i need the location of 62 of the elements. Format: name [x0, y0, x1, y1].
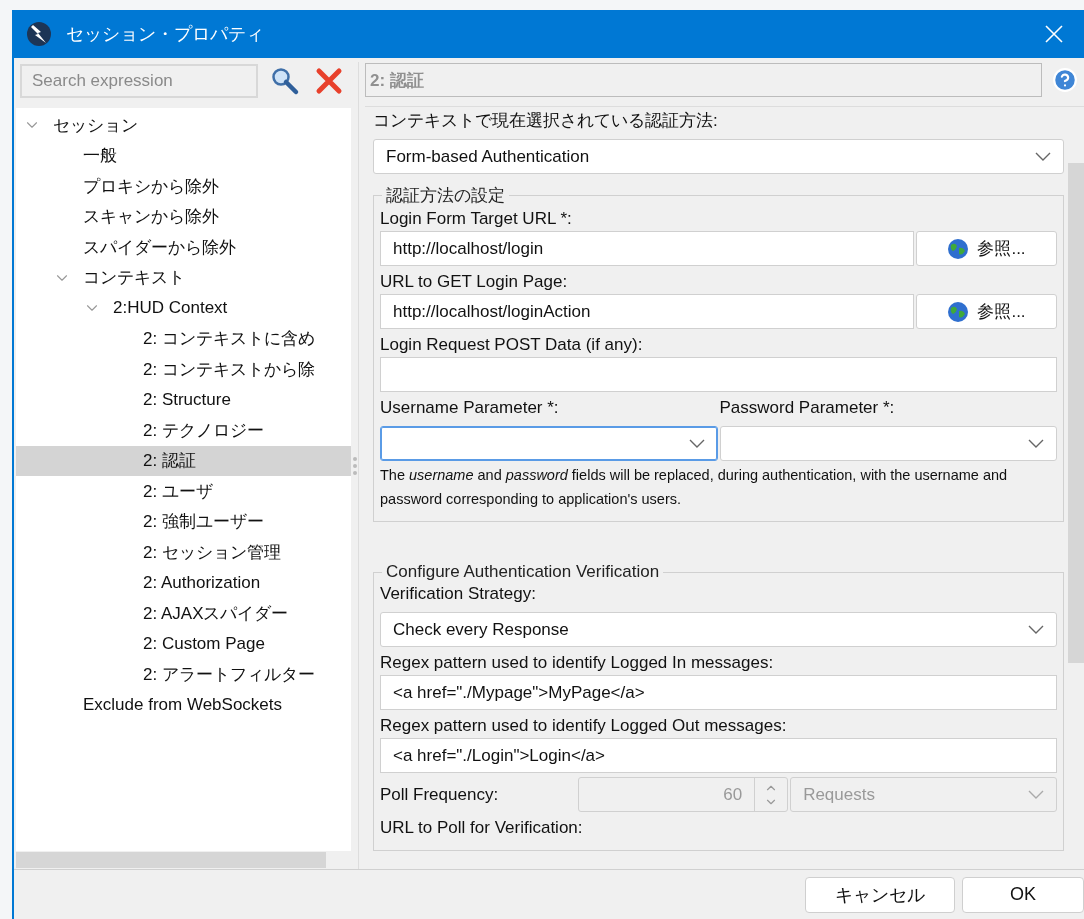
browse-button[interactable]: 参照... — [916, 231, 1057, 266]
tree-item[interactable]: 2: ユーザ — [16, 476, 351, 507]
tree-item[interactable]: 2: アラートフィルター — [16, 659, 351, 690]
tree-item[interactable]: 2: Authorization — [16, 567, 351, 598]
strategy-dropdown[interactable]: Check every Response — [380, 612, 1057, 647]
field-label: Login Request POST Data (if any): — [380, 334, 644, 356]
field-label: URL to Poll for Verification: — [380, 817, 584, 839]
field-label: Poll Frequency: — [380, 783, 499, 806]
chevron-icon — [1035, 152, 1051, 161]
field-label: URL to GET Login Page: — [380, 271, 569, 293]
lightning-logo-icon — [26, 21, 52, 47]
chevron-icon — [1028, 439, 1044, 448]
field-label: Login Form Target URL *: — [380, 208, 573, 230]
window-title: セッション・プロパティ — [66, 23, 265, 46]
tree-item[interactable]: 一般 — [16, 140, 351, 171]
globe-icon — [947, 237, 970, 260]
browse-button[interactable]: 参照... — [916, 294, 1057, 329]
help-icon[interactable] — [1052, 67, 1078, 93]
field-label: Verification Strategy: — [380, 583, 537, 605]
url-field[interactable]: http://localhost/login — [380, 231, 914, 266]
tree-item[interactable]: 2: AJAXスパイダー — [16, 598, 351, 629]
tree-item[interactable]: 2: テクノロジー — [16, 415, 351, 446]
globe-icon — [947, 300, 970, 323]
clear-icon[interactable] — [314, 66, 344, 96]
field-label: Username Parameter *: — [380, 397, 560, 419]
dialog-button[interactable]: OK — [962, 876, 1084, 913]
group-title: 認証方法の設定 — [385, 185, 506, 207]
tree-item[interactable]: 2: コンテキストに含め — [16, 323, 351, 354]
regex-field[interactable]: <a href="./Mypage">MyPage</a> — [380, 675, 1057, 710]
tree-item[interactable]: 2: Structure — [16, 384, 351, 415]
field-label: Regex pattern used to identify Logged In messages: — [380, 652, 775, 674]
tree-item[interactable]: Exclude from WebSockets — [16, 689, 351, 720]
field-label: コンテキストで現在選択されている認証方法: — [373, 110, 719, 132]
close-icon[interactable] — [1044, 24, 1064, 44]
dialog-button[interactable]: キャンセル — [805, 876, 955, 913]
tree-item[interactable]: スパイダーから除外 — [16, 232, 351, 263]
group-title: Configure Authentication Verification — [385, 562, 661, 582]
tree-item[interactable]: 2: 強制ユーザー — [16, 506, 351, 537]
panel-title-field: 2: 認証 — [365, 63, 1042, 97]
tree-item[interactable]: プロキシから除外 — [16, 171, 351, 202]
method-dropdown[interactable]: Form-based Authentication — [373, 139, 1064, 174]
help-text: The username and password fields will be replaced, during authentication, with the username and password corresponding to application's users. — [380, 466, 1009, 509]
search-icon[interactable] — [270, 66, 300, 96]
field-label: Regex pattern used to identify Logged Out messages: — [380, 715, 788, 737]
chevron-icon — [1028, 625, 1044, 634]
password-dropdown[interactable] — [719, 426, 1057, 461]
tree-item[interactable]: セッション — [16, 110, 351, 141]
field-label: Password Parameter *: — [719, 397, 896, 419]
tree-item[interactable]: 2:HUD Context — [16, 293, 351, 324]
chevron-icon — [688, 439, 705, 448]
username-dropdown[interactable] — [380, 426, 718, 461]
tree-item[interactable]: 2: Custom Page — [16, 628, 351, 659]
tree-item[interactable]: 2: 認証 — [16, 445, 351, 476]
chevron-icon — [1028, 790, 1044, 799]
search-field[interactable]: Search expression — [20, 64, 258, 98]
url-field[interactable]: http://localhost/loginAction — [380, 294, 914, 329]
tree-item[interactable]: 2: セッション管理 — [16, 537, 351, 568]
tree-item[interactable]: 2: コンテキストから除 — [16, 354, 351, 385]
tree-item[interactable]: コンテキスト — [16, 262, 351, 293]
regex-field[interactable]: <a href="./Login">Login</a> — [380, 738, 1057, 773]
tree-item[interactable]: スキャンから除外 — [16, 201, 351, 232]
post-data-field[interactable] — [380, 357, 1057, 392]
